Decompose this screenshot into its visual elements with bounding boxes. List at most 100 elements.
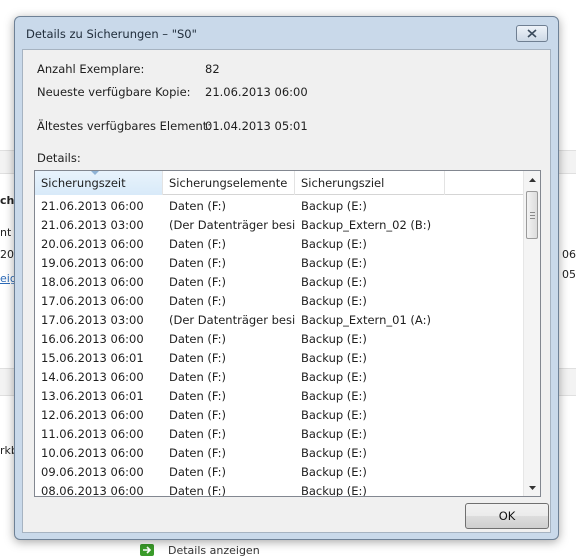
column-label: Sicherungselemente (169, 176, 288, 190)
table-row[interactable]: 18.06.2013 06:00 Daten (F:) Backup (E:) (35, 272, 525, 291)
table-row[interactable]: 20.06.2013 06:00 Daten (F:) Backup (E:) (35, 234, 525, 253)
anzahl-exemplare-value: 82 (205, 62, 220, 76)
cell-sicherungselemente: Daten (F:) (169, 484, 227, 496)
cell-sicherungszeit: 13.06.2013 06:01 (41, 389, 144, 403)
cell-sicherungselemente: Daten (F:) (169, 370, 227, 384)
cell-sicherungsziel: Backup (E:) (301, 256, 367, 270)
column-header-sicherungsziel[interactable]: Sicherungsziel (295, 171, 445, 195)
background-band (0, 150, 14, 174)
vertical-scrollbar[interactable] (523, 171, 540, 496)
backup-list[interactable]: Sicherungszeit Sicherungselemente Sicher… (34, 170, 541, 497)
column-header-sicherungselemente[interactable]: Sicherungselemente (163, 171, 295, 195)
cell-sicherungselemente: Daten (F:) (169, 408, 227, 422)
table-row[interactable]: 10.06.2013 06:00 Daten (F:) Backup (E:) (35, 443, 525, 462)
table-row[interactable]: 15.06.2013 06:01 Daten (F:) Backup (E:) (35, 348, 525, 367)
aeltestes-element-label: Ältestes verfügbares Element: (37, 119, 212, 133)
cell-sicherungsziel: Backup (E:) (301, 332, 367, 346)
table-row[interactable]: 08.06.2013 06:00 Daten (F:) Backup (E:) (35, 481, 525, 496)
cell-sicherungselemente: Daten (F:) (169, 237, 227, 251)
table-row[interactable]: 14.06.2013 06:00 Daten (F:) Backup (E:) (35, 367, 525, 386)
cell-sicherungsziel: Backup (E:) (301, 389, 367, 403)
dialog-title: Details zu Sicherungen – "S0" (26, 27, 197, 41)
dialog-content: Anzahl Exemplare: 82 Neueste verfügbare … (22, 49, 551, 533)
background-time-fragment: 06: (562, 248, 576, 261)
cell-sicherungszeit: 08.06.2013 06:00 (41, 484, 144, 496)
column-label: Sicherungszeit (41, 176, 126, 190)
table-row[interactable]: 16.06.2013 06:00 Daten (F:) Backup (E:) (35, 329, 525, 348)
cell-sicherungsziel: Backup (E:) (301, 446, 367, 460)
cell-sicherungszeit: 20.06.2013 06:00 (41, 237, 144, 251)
sort-descending-icon (91, 171, 99, 175)
cell-sicherungselemente: Daten (F:) (169, 199, 227, 213)
scrollbar-thumb[interactable] (526, 191, 538, 239)
thumb-grip (530, 212, 535, 213)
cell-sicherungsziel: Backup_Extern_01 (A:) (301, 313, 431, 327)
cell-sicherungsziel: Backup (E:) (301, 237, 367, 251)
background-band (559, 368, 576, 396)
cell-sicherungselemente: Daten (F:) (169, 389, 227, 403)
cell-sicherungsziel: Backup (E:) (301, 465, 367, 479)
background-text-fragment: nt (0, 226, 12, 239)
cell-sicherungselemente: Daten (F:) (169, 332, 227, 346)
background-time-fragment: 05: (562, 268, 576, 281)
cell-sicherungszeit: 15.06.2013 06:01 (41, 351, 144, 365)
cell-sicherungszeit: 18.06.2013 06:00 (41, 275, 144, 289)
cell-sicherungsziel: Backup (E:) (301, 199, 367, 213)
table-row[interactable]: 21.06.2013 06:00 Daten (F:) Backup (E:) (35, 196, 525, 215)
cell-sicherungsziel: Backup (E:) (301, 370, 367, 384)
table-row[interactable]: 09.06.2013 06:00 Daten (F:) Backup (E:) (35, 462, 525, 481)
backup-details-dialog: Details zu Sicherungen – "S0" Anzahl Exe… (14, 16, 559, 540)
cell-sicherungszeit: 19.06.2013 06:00 (41, 256, 144, 270)
cell-sicherungsziel: Backup_Extern_02 (B:) (301, 218, 432, 232)
list-header: Sicherungszeit Sicherungselemente Sicher… (35, 171, 525, 195)
cell-sicherungsziel: Backup (E:) (301, 275, 367, 289)
table-row[interactable]: 17.06.2013 03:00 (Der Datenträger besi...… (35, 310, 525, 329)
cell-sicherungsziel: Backup (E:) (301, 351, 367, 365)
dialog-titlebar[interactable]: Details zu Sicherungen – "S0" (15, 17, 558, 49)
column-label: Sicherungsziel (301, 176, 385, 190)
aeltestes-element-value: 01.04.2013 05:01 (205, 119, 308, 133)
cell-sicherungszeit: 12.06.2013 06:00 (41, 408, 144, 422)
table-row[interactable]: 12.06.2013 06:00 Daten (F:) Backup (E:) (35, 405, 525, 424)
arrow-up-icon (528, 177, 536, 182)
table-row[interactable]: 11.06.2013 06:00 Daten (F:) Backup (E:) (35, 424, 525, 443)
background-band (0, 368, 14, 396)
details-label: Details: (37, 151, 81, 165)
cell-sicherungszeit: 21.06.2013 06:00 (41, 199, 144, 213)
cell-sicherungselemente: Daten (F:) (169, 427, 227, 441)
table-row[interactable]: 21.06.2013 03:00 (Der Datenträger besi...… (35, 215, 525, 234)
cell-sicherungselemente: Daten (F:) (169, 465, 227, 479)
table-row[interactable]: 19.06.2013 06:00 Daten (F:) Backup (E:) (35, 253, 525, 272)
ok-button[interactable]: OK (465, 503, 549, 529)
cell-sicherungsziel: Backup (E:) (301, 408, 367, 422)
cell-sicherungszeit: 21.06.2013 03:00 (41, 218, 144, 232)
cell-sicherungszeit: 09.06.2013 06:00 (41, 465, 144, 479)
table-row[interactable]: 17.06.2013 06:00 Daten (F:) Backup (E:) (35, 291, 525, 310)
cell-sicherungszeit: 17.06.2013 03:00 (41, 313, 144, 327)
cell-sicherungszeit: 17.06.2013 06:00 (41, 294, 144, 308)
column-header-sicherungszeit[interactable]: Sicherungszeit (35, 171, 163, 195)
thumb-grip (530, 215, 535, 216)
cell-sicherungselemente: Daten (F:) (169, 351, 227, 365)
close-button[interactable] (516, 25, 548, 42)
cell-sicherungselemente: (Der Datenträger besi... (169, 218, 295, 232)
arrow-down-icon (528, 485, 536, 490)
neueste-kopie-label: Neueste verfügbare Kopie: (37, 85, 191, 99)
cell-sicherungselemente: Daten (F:) (169, 446, 227, 460)
cell-sicherungselemente: Daten (F:) (169, 256, 227, 270)
cell-sicherungselemente: Daten (F:) (169, 294, 227, 308)
scroll-up-button[interactable] (524, 171, 540, 188)
background-band (559, 150, 576, 174)
cell-sicherungszeit: 14.06.2013 06:00 (41, 370, 144, 384)
details-anzeigen-link[interactable]: Details anzeigen (168, 544, 260, 557)
neueste-kopie-value: 21.06.2013 06:00 (205, 85, 308, 99)
cell-sicherungsziel: Backup (E:) (301, 484, 367, 496)
scroll-down-button[interactable] (524, 479, 540, 496)
list-body: 21.06.2013 06:00 Daten (F:) Backup (E:) 21.… (35, 196, 525, 496)
cell-sicherungselemente: (Der Datenträger besi... (169, 313, 295, 327)
cell-sicherungsziel: Backup (E:) (301, 427, 367, 441)
table-row[interactable]: 13.06.2013 06:01 Daten (F:) Backup (E:) (35, 386, 525, 405)
cell-sicherungszeit: 16.06.2013 06:00 (41, 332, 144, 346)
green-arrow-icon (140, 544, 154, 556)
cell-sicherungselemente: Daten (F:) (169, 275, 227, 289)
